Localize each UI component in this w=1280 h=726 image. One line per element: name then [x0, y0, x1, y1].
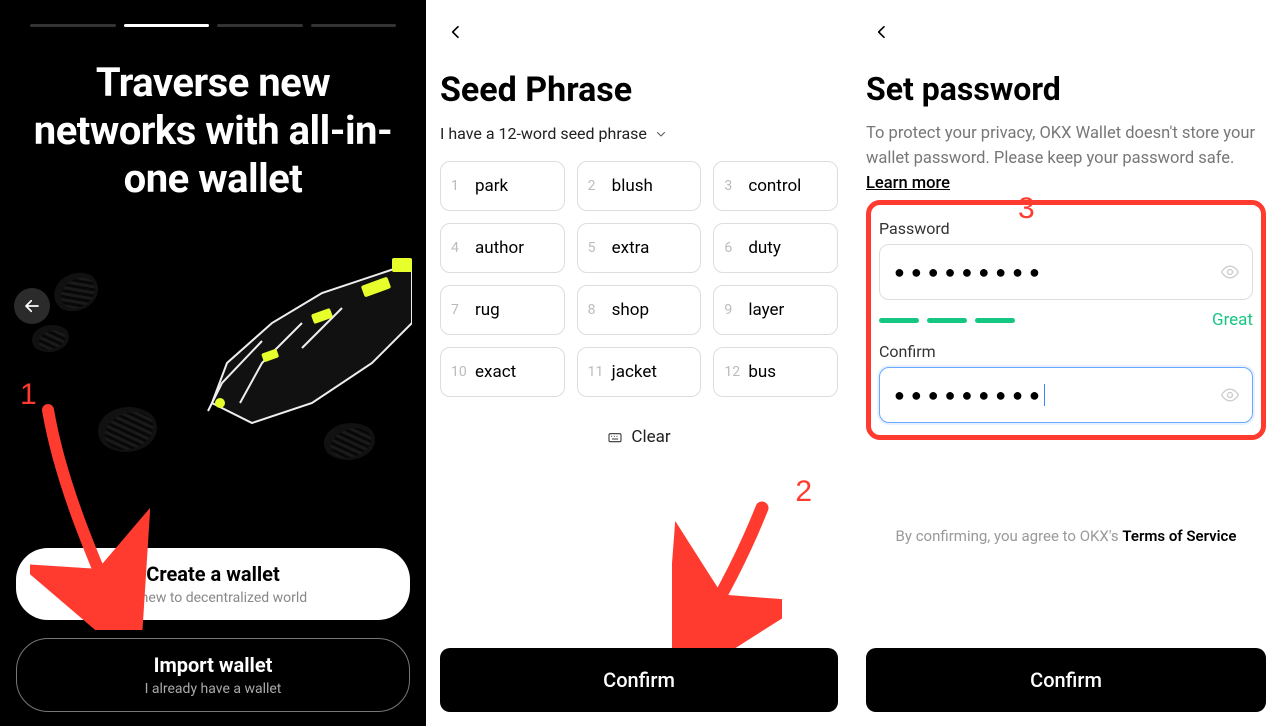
- back-button[interactable]: [14, 288, 50, 324]
- password-strength-meter: Great: [879, 310, 1253, 330]
- back-button[interactable]: [868, 18, 896, 46]
- confirm-button[interactable]: Confirm: [866, 648, 1266, 712]
- seed-word-value: jacket: [612, 362, 657, 382]
- confirm-label: Confirm: [1030, 668, 1102, 692]
- password-label: Password: [879, 219, 1253, 238]
- chevron-down-icon: [655, 128, 667, 140]
- eye-icon[interactable]: [1220, 385, 1240, 405]
- confirm-password-mask: ●●●●●●●●●: [894, 385, 1046, 406]
- seed-word-index: 1: [451, 178, 469, 194]
- confirm-button[interactable]: Confirm: [440, 648, 838, 712]
- progress-dot: [311, 24, 397, 27]
- seed-phrase-title: Seed Phrase: [440, 70, 838, 110]
- strength-bar: [879, 318, 919, 323]
- progress-dot: [30, 24, 116, 27]
- import-wallet-title: Import wallet: [27, 653, 399, 677]
- seed-word-index: 11: [588, 364, 606, 380]
- seed-word-input[interactable]: 4 author: [440, 223, 565, 273]
- seed-word-input[interactable]: 9 layer: [713, 285, 838, 335]
- seed-word-value: layer: [748, 300, 784, 320]
- strength-bar: [975, 318, 1015, 323]
- desc-text: To protect your privacy, OKX Wallet does…: [866, 124, 1255, 168]
- seed-word-input[interactable]: 8 shop: [577, 285, 702, 335]
- import-wallet-subtitle: I already have a wallet: [27, 681, 399, 697]
- text-caret: [1044, 384, 1046, 406]
- welcome-headline: Traverse new networks with all-in-one wa…: [20, 59, 406, 203]
- seed-word-value: exact: [475, 362, 516, 382]
- seed-word-index: 10: [451, 364, 469, 380]
- seed-word-value: control: [748, 176, 801, 196]
- clear-button[interactable]: Clear: [440, 427, 838, 447]
- annotation-number-1: 1: [20, 378, 37, 412]
- annotation-highlight-box: Password ●●●●●●●●● Great Confirm ●●●●●●●…: [866, 200, 1266, 440]
- set-password-description: To protect your privacy, OKX Wallet does…: [866, 122, 1266, 196]
- seed-word-value: bus: [748, 362, 776, 382]
- progress-tabs: [30, 24, 396, 27]
- seed-word-index: 3: [724, 178, 742, 194]
- chevron-left-icon: [448, 24, 464, 40]
- import-wallet-button[interactable]: Import wallet I already have a wallet: [16, 638, 410, 712]
- back-button[interactable]: [442, 18, 470, 46]
- seed-word-value: park: [475, 176, 508, 196]
- chevron-left-icon: [874, 24, 890, 40]
- seed-word-index: 6: [724, 240, 742, 256]
- password-input[interactable]: ●●●●●●●●●: [879, 244, 1253, 300]
- arrow-left-icon: [23, 297, 41, 315]
- seed-word-input[interactable]: 12 bus: [713, 347, 838, 397]
- seed-word-input[interactable]: 11 jacket: [577, 347, 702, 397]
- agree-text: By confirming, you agree to OKX's: [896, 527, 1123, 545]
- terms-agreement: By confirming, you agree to OKX's Terms …: [866, 527, 1266, 545]
- seed-word-input[interactable]: 2 blush: [577, 161, 702, 211]
- seed-word-index: 8: [588, 302, 606, 318]
- seed-word-input[interactable]: 6 duty: [713, 223, 838, 273]
- seed-word-input[interactable]: 10 exact: [440, 347, 565, 397]
- strength-label: Great: [1212, 310, 1253, 330]
- seed-word-index: 12: [724, 364, 742, 380]
- seed-word-value: blush: [612, 176, 653, 196]
- seed-word-grid: 1 park 2 blush 3 control 4 author 5 extra 6 duty 7 ru…: [440, 161, 838, 397]
- set-password-title: Set password: [866, 70, 1266, 108]
- seed-length-label: I have a 12-word seed phrase: [440, 124, 647, 143]
- clear-label: Clear: [631, 427, 670, 447]
- learn-more-link[interactable]: Learn more: [866, 174, 950, 193]
- seed-word-value: duty: [748, 238, 781, 258]
- seed-word-value: author: [475, 238, 524, 258]
- confirm-password-input[interactable]: ●●●●●●●●●: [879, 367, 1253, 423]
- terms-link[interactable]: Terms of Service: [1122, 527, 1236, 545]
- seed-word-input[interactable]: 5 extra: [577, 223, 702, 273]
- eye-icon[interactable]: [1220, 262, 1240, 282]
- seed-word-value: rug: [475, 300, 500, 320]
- seed-word-index: 9: [724, 302, 742, 318]
- seed-word-index: 5: [588, 240, 606, 256]
- seed-length-selector[interactable]: I have a 12-word seed phrase: [440, 124, 838, 143]
- annotation-arrow-2: [672, 498, 782, 648]
- annotation-number-3: 3: [1018, 192, 1035, 226]
- annotation-number-2: 2: [795, 475, 812, 509]
- onboarding-welcome-pane: Traverse new networks with all-in-one wa…: [0, 0, 426, 726]
- seed-word-index: 7: [451, 302, 469, 318]
- seed-word-input[interactable]: 3 control: [713, 161, 838, 211]
- coin-chip-icon: [50, 267, 107, 318]
- confirm-password-label: Confirm: [879, 342, 1253, 361]
- annotation-arrow-1: [30, 400, 150, 630]
- seed-word-index: 4: [451, 240, 469, 256]
- seed-word-input[interactable]: 7 rug: [440, 285, 565, 335]
- password-mask: ●●●●●●●●●: [894, 262, 1046, 283]
- robot-hand-icon: [112, 253, 412, 453]
- seed-word-value: extra: [612, 238, 650, 258]
- strength-bar: [927, 318, 967, 323]
- confirm-label: Confirm: [603, 668, 675, 692]
- seed-phrase-pane: Seed Phrase I have a 12-word seed phrase…: [426, 0, 852, 726]
- progress-dot-active: [124, 24, 210, 27]
- progress-dot: [217, 24, 303, 27]
- set-password-pane: Set password To protect your privacy, OK…: [852, 0, 1280, 726]
- coin-chip-icon: [32, 325, 72, 355]
- seed-word-index: 2: [588, 178, 606, 194]
- keyboard-icon: [607, 429, 623, 445]
- seed-word-input[interactable]: 1 park: [440, 161, 565, 211]
- seed-word-value: shop: [612, 300, 649, 320]
